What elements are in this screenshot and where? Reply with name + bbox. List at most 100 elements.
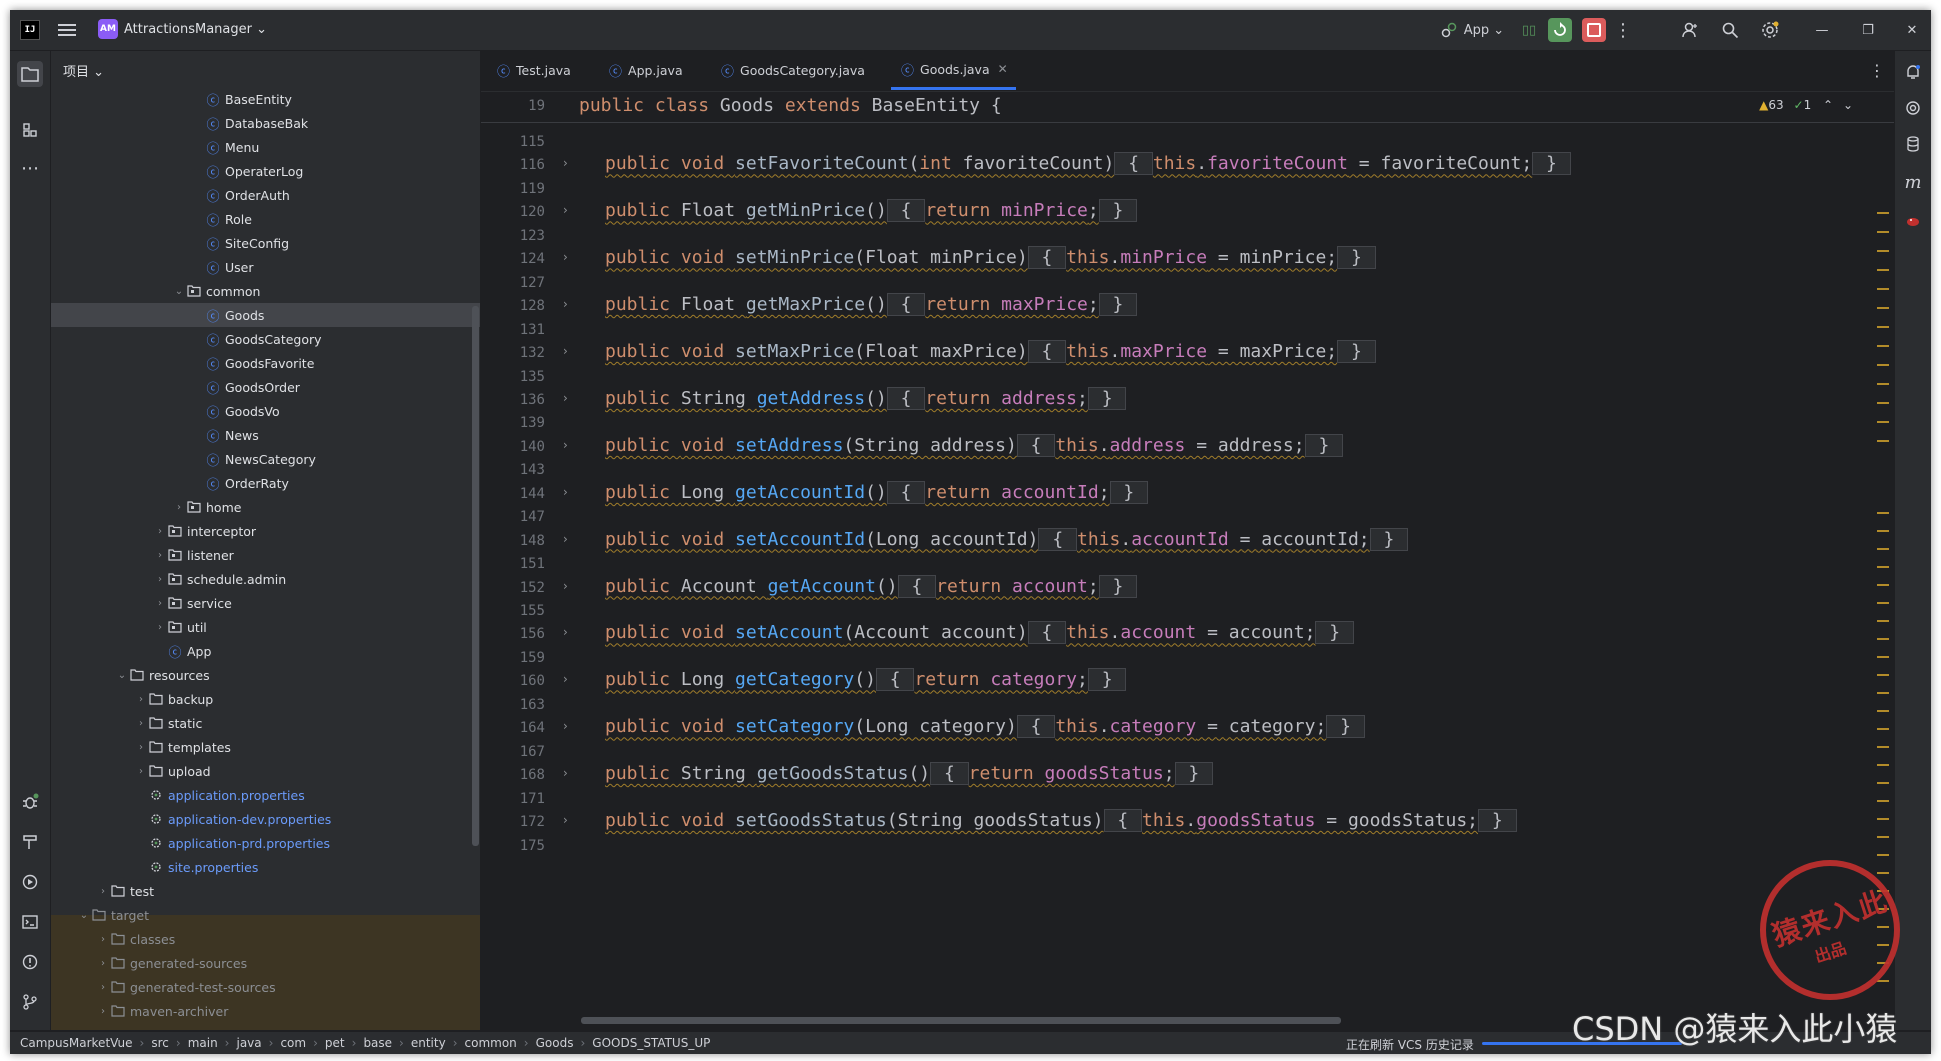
run-config-dropdown[interactable]: App ⌄ xyxy=(1460,18,1508,42)
tree-item[interactable]: ⓒ OrderRaty xyxy=(51,471,480,495)
warning-marker[interactable] xyxy=(1877,764,1889,766)
tree-item[interactable]: › home xyxy=(51,495,480,519)
fold-toggle-icon[interactable]: › xyxy=(563,672,568,686)
warning-marker[interactable] xyxy=(1877,231,1889,233)
tree-item[interactable]: ⓒ Menu xyxy=(51,135,480,159)
tree-item[interactable]: ⌄ common xyxy=(51,279,480,303)
warning-marker[interactable] xyxy=(1877,854,1889,856)
warning-marker[interactable] xyxy=(1877,710,1889,712)
fold-toggle-icon[interactable]: › xyxy=(563,203,568,217)
tree-item[interactable]: ⓒ News xyxy=(51,423,480,447)
breadcrumb-item[interactable]: common xyxy=(465,1036,517,1050)
tab-goods-java[interactable]: ⓒ Goods.java ✕ xyxy=(891,51,1016,90)
chevron-right-icon[interactable]: › xyxy=(134,694,148,705)
chevron-right-icon[interactable]: › xyxy=(96,958,110,969)
warning-marker[interactable] xyxy=(1877,656,1889,658)
build-tool-icon[interactable] xyxy=(17,829,43,855)
minimize-icon[interactable]: — xyxy=(1810,18,1834,42)
chevron-right-icon[interactable]: › xyxy=(153,574,167,585)
warning-marker[interactable] xyxy=(1877,566,1889,568)
tree-item[interactable]: ⓒ SiteConfig xyxy=(51,231,480,255)
chevron-down-icon[interactable]: ⌄ xyxy=(172,286,186,297)
notifications-icon[interactable] xyxy=(1900,59,1926,85)
tree-item[interactable]: ⓒ GoodsOrder xyxy=(51,375,480,399)
chevron-right-icon[interactable]: › xyxy=(134,718,148,729)
tree-item[interactable]: ⓒ User xyxy=(51,255,480,279)
tree-item[interactable]: › backup xyxy=(51,687,480,711)
warning-marker[interactable] xyxy=(1877,364,1889,366)
warning-marker[interactable] xyxy=(1877,674,1889,676)
chevron-right-icon[interactable]: › xyxy=(153,598,167,609)
fold-toggle-icon[interactable]: › xyxy=(563,625,568,639)
tree-item[interactable]: › service xyxy=(51,591,480,615)
tree-item[interactable]: › generated-test-sources xyxy=(51,975,480,999)
tree-item[interactable]: ⓒ Role xyxy=(51,207,480,231)
chevron-right-icon[interactable]: › xyxy=(134,742,148,753)
fold-toggle-icon[interactable]: › xyxy=(563,532,568,546)
warning-marker[interactable] xyxy=(1877,746,1889,748)
warning-marker[interactable] xyxy=(1877,800,1889,802)
tab-goodscategory-java[interactable]: ⓒ GoodsCategory.java xyxy=(721,51,865,90)
warning-marker[interactable] xyxy=(1877,345,1889,347)
run-tool-icon[interactable] xyxy=(17,869,43,895)
tree-item[interactable]: › interceptor xyxy=(51,519,480,543)
tree-item[interactable]: › test xyxy=(51,879,480,903)
warning-marker[interactable] xyxy=(1877,269,1889,271)
warning-marker[interactable] xyxy=(1877,383,1889,385)
warning-marker[interactable] xyxy=(1877,402,1889,404)
database-icon[interactable] xyxy=(1900,131,1926,157)
more-tools-icon[interactable]: ⋯ xyxy=(17,155,43,181)
chevron-down-icon[interactable]: ⌄ xyxy=(1843,98,1853,112)
fold-toggle-icon[interactable]: › xyxy=(563,813,568,827)
main-menu-icon[interactable] xyxy=(58,21,76,39)
fold-toggle-icon[interactable]: › xyxy=(563,766,568,780)
tree-item[interactable]: › generated-sources xyxy=(51,951,480,975)
terminal-icon[interactable] xyxy=(17,909,43,935)
tab-options-icon[interactable]: ⋮ xyxy=(1869,51,1885,90)
chevron-right-icon[interactable]: › xyxy=(153,622,167,633)
tree-item[interactable]: ⓒ NewsCategory xyxy=(51,447,480,471)
breadcrumb-item[interactable]: GOODS_STATUS_UP xyxy=(592,1036,710,1050)
close-tab-icon[interactable]: ✕ xyxy=(998,62,1008,76)
warning-marker[interactable] xyxy=(1877,602,1889,604)
chevron-right-icon[interactable]: › xyxy=(96,1006,110,1017)
warning-marker[interactable] xyxy=(1877,818,1889,820)
breadcrumb-item[interactable]: CampusMarketVue xyxy=(20,1036,133,1050)
tree-item[interactable]: ⌄ resources xyxy=(51,663,480,687)
warning-marker[interactable] xyxy=(1877,980,1889,982)
maven-icon[interactable]: m xyxy=(1900,169,1926,195)
breadcrumb-item[interactable]: entity xyxy=(411,1036,446,1050)
fold-toggle-icon[interactable]: › xyxy=(563,250,568,264)
settings-icon[interactable] xyxy=(1758,18,1782,42)
tree-item[interactable]: › listener xyxy=(51,543,480,567)
warning-marker[interactable] xyxy=(1877,872,1889,874)
tree-item[interactable]: site.properties xyxy=(51,855,480,879)
warning-marker[interactable] xyxy=(1877,584,1889,586)
tree-item[interactable]: › maven-archiver xyxy=(51,999,480,1023)
debug-tool-icon[interactable] xyxy=(17,789,43,815)
fold-toggle-icon[interactable]: › xyxy=(563,579,568,593)
tab-app-java[interactable]: ⓒ App.java xyxy=(609,51,683,90)
project-scrollbar[interactable] xyxy=(472,306,479,846)
tree-item[interactable]: › schedule.admin xyxy=(51,567,480,591)
chevron-right-icon[interactable]: › xyxy=(96,982,110,993)
tree-item[interactable]: › util xyxy=(51,615,480,639)
restore-icon[interactable]: ❐ xyxy=(1856,18,1880,42)
breadcrumb-item[interactable]: java xyxy=(236,1036,261,1050)
warning-marker[interactable] xyxy=(1877,782,1889,784)
warning-marker[interactable] xyxy=(1877,421,1889,423)
warning-marker[interactable] xyxy=(1877,530,1889,532)
inspection-widget[interactable]: ▲63 ✓1 ⌃ ⌄ xyxy=(1759,98,1853,112)
breadcrumb-item[interactable]: com xyxy=(280,1036,306,1050)
tree-item[interactable]: › static xyxy=(51,711,480,735)
debug-icon[interactable]: ▯▯ xyxy=(1518,18,1540,42)
chevron-up-icon[interactable]: ⌃ xyxy=(1823,98,1833,112)
git-icon[interactable] xyxy=(17,989,43,1015)
fold-toggle-icon[interactable]: › xyxy=(563,297,568,311)
tree-item[interactable]: ⓒ GoodsFavorite xyxy=(51,351,480,375)
ide-logo-icon[interactable]: IJ xyxy=(20,20,40,40)
fold-toggle-icon[interactable]: › xyxy=(563,156,568,170)
warning-marker[interactable] xyxy=(1877,326,1889,328)
breadcrumb-item[interactable]: src xyxy=(151,1036,169,1050)
breadcrumb-item[interactable]: main xyxy=(188,1036,218,1050)
